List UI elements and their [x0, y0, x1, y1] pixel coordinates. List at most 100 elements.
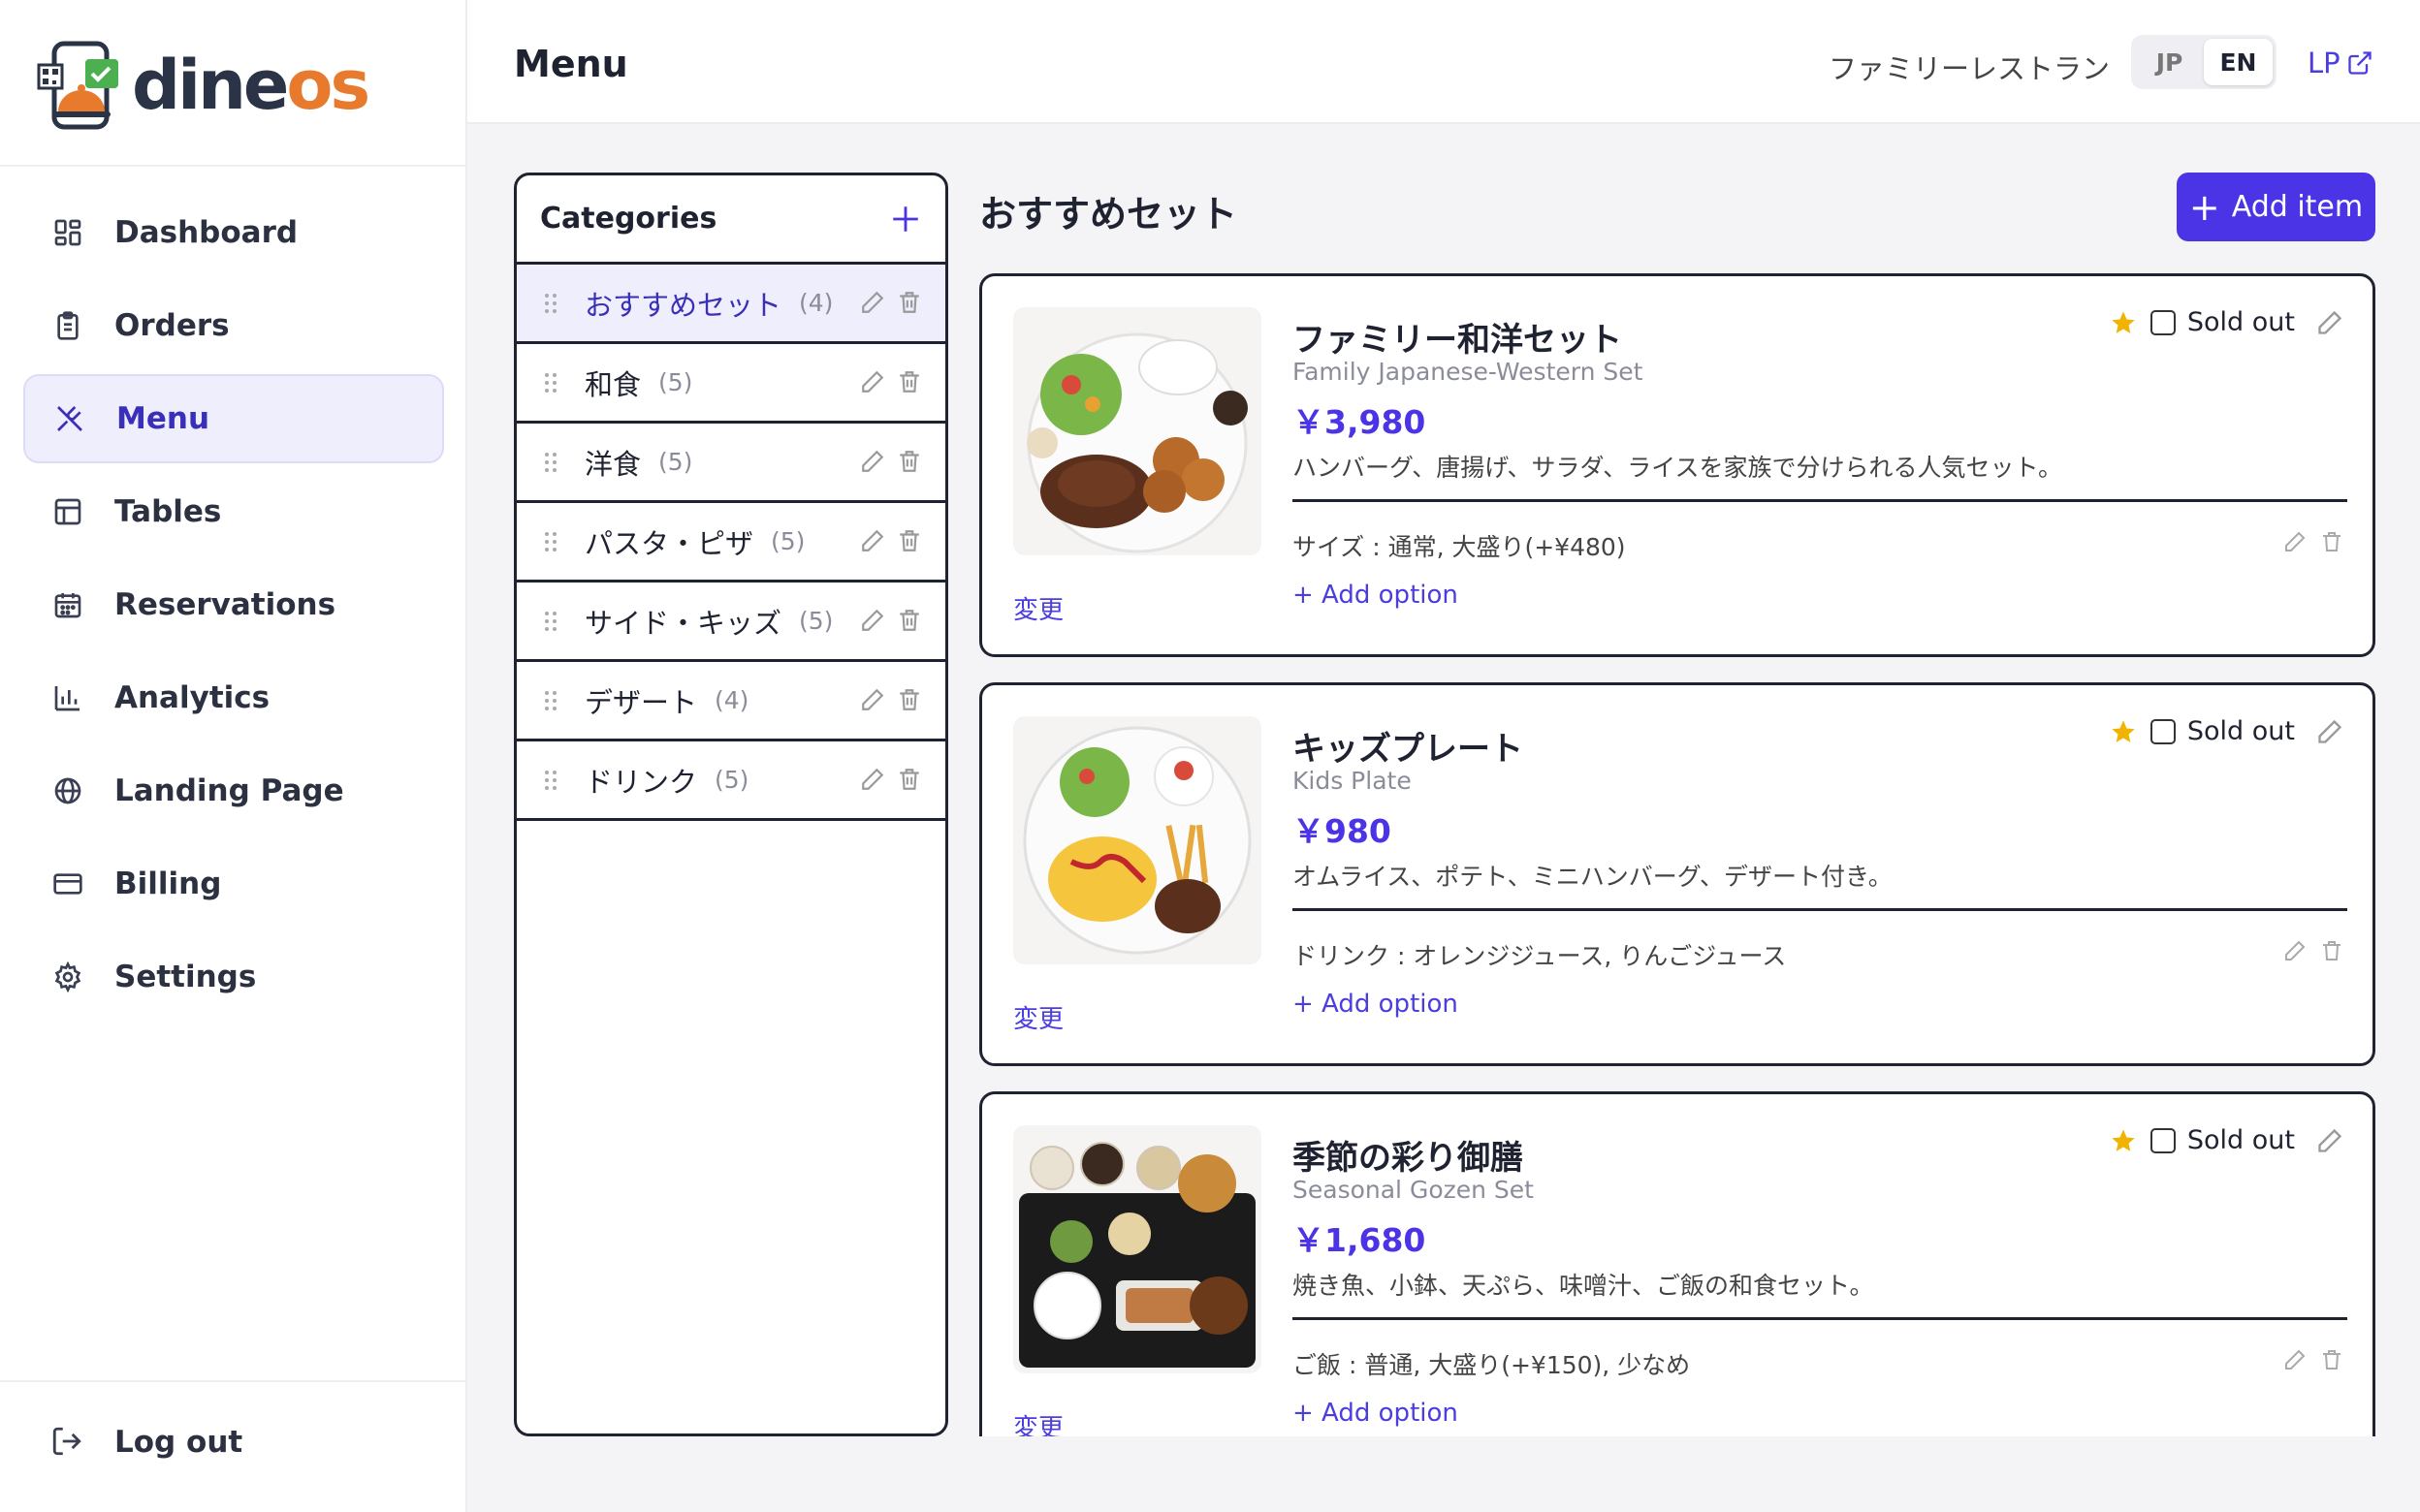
- category-row-youshoku[interactable]: 洋食 (5): [517, 424, 945, 503]
- lp-link[interactable]: LP: [2308, 47, 2373, 79]
- add-option-link[interactable]: + Add option: [1292, 990, 1458, 1019]
- category-name: サイド・キッズ: [585, 606, 782, 640]
- edit-icon[interactable]: [860, 687, 885, 712]
- lang-en-button[interactable]: EN: [2204, 39, 2273, 85]
- category-row-pasta-pizza[interactable]: パスタ・ピザ (5): [517, 503, 945, 583]
- trash-icon[interactable]: [897, 608, 922, 633]
- page-title: Menu: [514, 43, 628, 85]
- edit-icon[interactable]: [860, 528, 885, 553]
- edit-icon[interactable]: [2316, 1127, 2343, 1154]
- item-subtitle: Seasonal Gozen Set: [1292, 1176, 1534, 1204]
- category-actions: [860, 767, 922, 792]
- add-category-button[interactable]: [889, 203, 922, 236]
- sidebar-item-settings[interactable]: Settings: [23, 932, 444, 1022]
- sidebar-item-orders[interactable]: Orders: [23, 281, 444, 370]
- sidebar-item-label: Settings: [114, 960, 257, 994]
- sidebar-item-menu[interactable]: Menu: [23, 374, 444, 463]
- edit-icon[interactable]: [860, 290, 885, 315]
- add-item-button[interactable]: + Add item: [2177, 173, 2375, 241]
- change-photo-link[interactable]: 変更: [1013, 590, 1064, 626]
- category-name: デザート: [585, 685, 698, 719]
- logout-button[interactable]: Log out: [50, 1425, 242, 1460]
- divider: [1292, 1317, 2347, 1320]
- categories-header: Categories: [517, 175, 945, 265]
- category-actions: [860, 290, 922, 315]
- sidebar-item-dashboard[interactable]: Dashboard: [23, 188, 444, 277]
- divider: [1292, 499, 2347, 502]
- edit-icon[interactable]: [2283, 939, 2307, 962]
- category-row-osusume[interactable]: おすすめセット (4): [517, 265, 945, 344]
- globe-icon: [50, 773, 85, 808]
- credit-card-icon: [50, 866, 85, 901]
- add-option-link[interactable]: + Add option: [1292, 1399, 1458, 1428]
- sold-out-checkbox[interactable]: [2149, 309, 2176, 335]
- category-row-side-kids[interactable]: サイド・キッズ (5): [517, 583, 945, 662]
- drag-handle-icon[interactable]: [544, 452, 557, 473]
- logo-icon: [37, 41, 118, 130]
- language-toggle: JP EN: [2131, 35, 2277, 89]
- trash-icon[interactable]: [897, 449, 922, 474]
- item-controls: Sold out: [2110, 1125, 2343, 1155]
- trash-icon[interactable]: [2320, 530, 2343, 553]
- change-photo-link[interactable]: 変更: [1013, 1408, 1064, 1436]
- sidebar-item-billing[interactable]: Billing: [23, 839, 444, 929]
- category-name: 洋食: [585, 447, 642, 481]
- edit-icon[interactable]: [2316, 309, 2343, 336]
- drag-handle-icon[interactable]: [544, 531, 557, 552]
- category-row-dessert[interactable]: デザート (4): [517, 662, 945, 741]
- edit-icon[interactable]: [2316, 718, 2343, 745]
- drag-handle-icon[interactable]: [544, 611, 557, 632]
- drag-handle-icon[interactable]: [544, 372, 557, 394]
- category-actions: [860, 528, 922, 553]
- star-icon[interactable]: [2110, 309, 2137, 336]
- drag-handle-icon[interactable]: [544, 770, 557, 791]
- edit-icon[interactable]: [860, 369, 885, 394]
- sidebar-item-reservations[interactable]: Reservations: [23, 560, 444, 649]
- change-photo-link[interactable]: 変更: [1013, 999, 1064, 1035]
- lang-jp-button[interactable]: JP: [2135, 39, 2204, 85]
- edit-icon[interactable]: [2283, 1348, 2307, 1371]
- divider: [0, 1380, 465, 1382]
- drag-handle-icon[interactable]: [544, 690, 557, 711]
- trash-icon[interactable]: [897, 767, 922, 792]
- sidebar-item-label: Menu: [116, 401, 210, 436]
- trash-icon[interactable]: [897, 290, 922, 315]
- table-icon: [50, 494, 85, 529]
- sidebar-item-analytics[interactable]: Analytics: [23, 653, 444, 742]
- item-controls: Sold out: [2110, 307, 2343, 337]
- sidebar-item-label: Tables: [114, 494, 222, 529]
- category-actions: [860, 449, 922, 474]
- trash-icon[interactable]: [897, 528, 922, 553]
- sidebar: dineos Dashboard Orders Menu Tables Rese…: [0, 0, 467, 1512]
- category-count: (5): [799, 607, 834, 635]
- star-icon[interactable]: [2110, 718, 2137, 745]
- sidebar-item-tables[interactable]: Tables: [23, 467, 444, 556]
- dineos-logo[interactable]: dineos: [37, 37, 370, 134]
- trash-icon[interactable]: [897, 687, 922, 712]
- category-row-drink[interactable]: ドリンク (5): [517, 741, 945, 821]
- category-actions: [860, 608, 922, 633]
- edit-icon[interactable]: [2283, 530, 2307, 553]
- drag-handle-icon[interactable]: [544, 293, 557, 314]
- star-icon[interactable]: [2110, 1127, 2137, 1154]
- trash-icon[interactable]: [2320, 939, 2343, 962]
- sidebar-item-label: Analytics: [114, 680, 271, 715]
- category-count: (5): [715, 766, 749, 794]
- edit-icon[interactable]: [860, 449, 885, 474]
- edit-icon[interactable]: [860, 608, 885, 633]
- category-row-washoku[interactable]: 和食 (5): [517, 344, 945, 424]
- edit-icon[interactable]: [860, 767, 885, 792]
- trash-icon[interactable]: [2320, 1348, 2343, 1371]
- add-option-link[interactable]: + Add option: [1292, 581, 1458, 610]
- sold-out-checkbox[interactable]: [2149, 718, 2176, 744]
- sold-out-checkbox[interactable]: [2149, 1127, 2176, 1153]
- item-subtitle: Family Japanese-Western Set: [1292, 358, 1643, 386]
- clipboard-icon: [50, 308, 85, 343]
- trash-icon[interactable]: [897, 369, 922, 394]
- category-name: おすすめセット: [585, 288, 782, 322]
- sold-out-label: Sold out: [2186, 1125, 2295, 1155]
- section-title: おすすめセット: [979, 193, 1238, 236]
- item-name: キッズプレート: [1292, 730, 1523, 769]
- sold-out-label: Sold out: [2186, 307, 2295, 337]
- sidebar-item-landing-page[interactable]: Landing Page: [23, 746, 444, 835]
